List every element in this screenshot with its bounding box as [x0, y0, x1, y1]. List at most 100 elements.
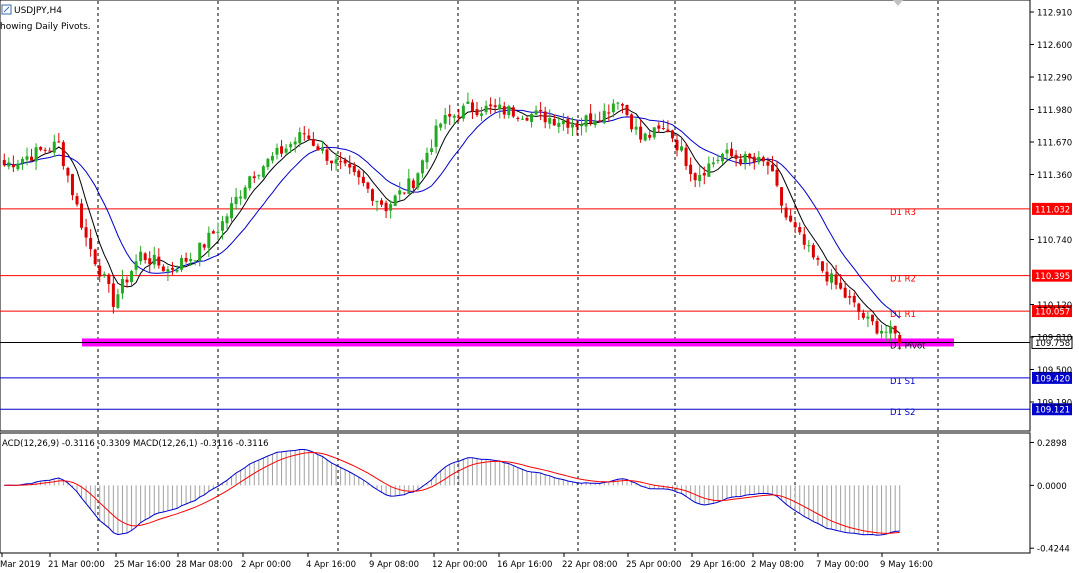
time-axis: Mar 2019 21 Mar 00:00 25 Mar 16:00 28 Mar 0… [0, 553, 933, 570]
price-tick-label: 110.740 [1037, 236, 1072, 246]
candle-body [511, 107, 515, 117]
candle-body [784, 207, 788, 218]
candle-body [875, 321, 879, 334]
candle-body [507, 106, 511, 116]
candle-body [548, 117, 552, 124]
candle-body [802, 234, 806, 245]
candle-body [570, 124, 574, 128]
candle-body [2, 159, 6, 166]
candle-body [243, 187, 247, 199]
candle-body [666, 129, 670, 132]
candle-body [611, 103, 615, 113]
candle-body [248, 176, 252, 189]
candle-body [370, 189, 374, 201]
candle-body [589, 113, 593, 124]
time-label: 29 Apr 16:00 [690, 560, 745, 570]
candle-body [80, 203, 84, 228]
candle-body [689, 164, 693, 175]
candle-body [766, 161, 770, 166]
macd-tick-label: -0.4244 [1037, 545, 1070, 555]
candle-body [75, 196, 79, 205]
candle-body [152, 254, 156, 265]
time-label: 2 May 08:00 [751, 560, 804, 570]
candle-body [70, 174, 74, 196]
candle-body [261, 166, 265, 177]
candle-body [48, 150, 52, 152]
candle-body [752, 156, 756, 162]
candle-body [543, 111, 547, 123]
candle-body [34, 147, 38, 162]
price-tick-label: 112.600 [1037, 41, 1072, 51]
candle-body [811, 245, 815, 258]
candle-body [770, 164, 774, 172]
candle-body [661, 128, 665, 130]
candle-body [325, 149, 329, 161]
pivot-label: D1 S1 [890, 377, 915, 387]
candle-body [852, 295, 856, 303]
candle-body [266, 158, 270, 168]
time-label: 2 Apr 00:00 [241, 560, 291, 570]
candle-body [716, 159, 720, 161]
candle-body [230, 203, 234, 219]
candle-body [684, 147, 688, 166]
price-tick-label: 110.120 [1037, 301, 1072, 311]
pivot-label: D1 S2 [890, 408, 915, 418]
candle-body [630, 114, 634, 130]
candle-body [743, 153, 747, 163]
candle-body [430, 148, 434, 153]
candle-body [434, 125, 438, 147]
price-tick-label: 109.500 [1037, 366, 1072, 376]
pivot-price-value: 111.032 [1035, 205, 1070, 215]
candle-body [11, 164, 15, 168]
macd-tick-label: 0.0000 [1037, 482, 1067, 492]
candle-body [898, 334, 902, 344]
main-panel[interactable] [0, 0, 1031, 432]
candle-body [861, 312, 865, 318]
candle-body [366, 182, 370, 189]
candle-body [107, 274, 111, 284]
candle-body [411, 180, 415, 189]
pivot-label: D1 R2 [890, 275, 916, 285]
time-label: 16 Apr 16:00 [497, 560, 552, 570]
candle-body [775, 169, 779, 186]
candle-body [311, 139, 315, 146]
candle-body [416, 173, 420, 188]
candle-body [348, 163, 352, 168]
candle-body [748, 153, 752, 159]
candle-body [598, 120, 602, 122]
candle-body [193, 260, 197, 262]
price-tick-label: 109.810 [1037, 334, 1072, 344]
candle-body [552, 119, 556, 126]
candle-body [339, 161, 343, 163]
time-label: 25 Apr 00:00 [626, 560, 681, 570]
candle-body [680, 146, 684, 151]
pivot-label: D1 Pivot [890, 341, 926, 351]
candle-body [393, 195, 397, 206]
candle-body [320, 147, 324, 151]
candle-body [120, 278, 124, 294]
candle-body [602, 110, 606, 123]
symbol-title: USDJPY,H4 [14, 6, 62, 16]
candle-body [125, 279, 129, 283]
candle-body [316, 146, 320, 151]
candle-body [211, 231, 215, 234]
candle-body [870, 314, 874, 322]
candle-body [289, 144, 293, 148]
candle-body [357, 170, 361, 178]
candle-body [30, 156, 34, 161]
price-tick-label: 112.910 [1037, 9, 1072, 19]
candle-body [307, 135, 311, 139]
candle-body [25, 156, 29, 160]
candle-body [102, 273, 106, 275]
candle-body [807, 245, 811, 247]
price-tick-label: 111.360 [1037, 171, 1072, 181]
candle-body [389, 204, 393, 211]
candle-body [170, 267, 174, 270]
candle-body [475, 109, 479, 116]
candle-body [189, 258, 193, 262]
candle-body [580, 124, 584, 127]
price-chart[interactable]: D1 R3 111.032D1 R2 110.395D1 R1 110.057D1 P… [0, 0, 1079, 573]
macd-label: ACD(12,26,9) -0.3116 -0.3309 MACD(12,26,… [2, 439, 269, 449]
candle-body [298, 132, 302, 144]
candle-body [270, 155, 274, 161]
